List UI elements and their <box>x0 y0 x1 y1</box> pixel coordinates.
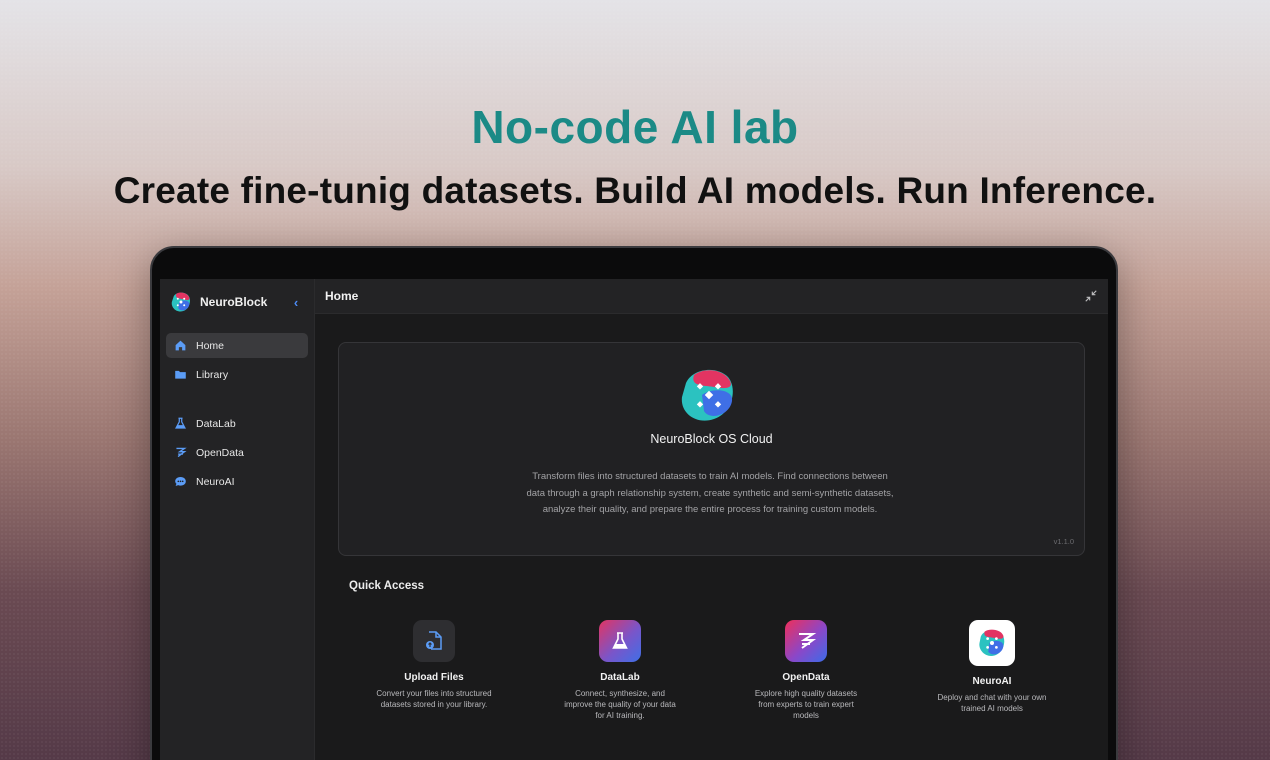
quick-access-title: Quick Access <box>349 580 425 592</box>
layers-icon <box>799 633 817 649</box>
card-title: Upload Files <box>404 672 464 683</box>
sidebar-item-label: Home <box>196 339 225 352</box>
collapse-sidebar-chevron-icon[interactable]: ‹ <box>288 295 304 310</box>
sidebar-item-label: DataLab <box>196 417 236 430</box>
neuroblock-logo-icon <box>681 369 733 421</box>
quick-access-opendata[interactable]: OpenData Explore high quality datasets f… <box>713 620 899 721</box>
flask-icon <box>175 417 186 429</box>
neuroblock-logo-icon <box>171 292 190 312</box>
card-description: Connect, synthesize, and improve the qua… <box>564 689 676 720</box>
card-title: NeuroAI <box>972 676 1012 687</box>
sidebar-item-label: OpenData <box>196 446 244 459</box>
home-content: NeuroBlock OS Cloud Transform files into… <box>315 314 1108 721</box>
app-window: NeuroBlock ‹ Home Library DataLab OpenDa… <box>160 279 1108 760</box>
laptop-frame: NeuroBlock ‹ Home Library DataLab OpenDa… <box>150 246 1118 760</box>
sidebar-item-label: NeuroAI <box>196 475 235 488</box>
version-label: v1.1.0 <box>1053 537 1074 546</box>
sidebar-item-neuroai[interactable]: NeuroAI <box>166 469 308 494</box>
chat-bubble-icon <box>175 477 186 486</box>
neuroblock-logo-icon <box>979 629 1005 656</box>
sidebar-brand: NeuroBlock ‹ <box>166 289 308 315</box>
card-title: OpenData <box>782 672 830 683</box>
opendata-tile <box>785 620 827 662</box>
sidebar-item-datalab[interactable]: DataLab <box>166 411 308 436</box>
page-title: Home <box>325 289 359 303</box>
folder-icon <box>175 370 186 379</box>
layers-icon <box>176 447 187 458</box>
card-description: Convert your files into structured datas… <box>376 689 492 709</box>
marketing-subheadline: Create fine-tunig datasets. Build AI mod… <box>113 170 1157 211</box>
home-icon <box>175 340 186 351</box>
datalab-tile <box>599 620 641 662</box>
sidebar-item-label: Library <box>196 368 229 381</box>
card-description: Deploy and chat with your own trained AI… <box>937 693 1047 713</box>
quick-access-upload-files[interactable]: Upload Files Convert your files into str… <box>341 620 527 721</box>
brand-name: NeuroBlock <box>200 295 268 309</box>
collapse-arrows-icon <box>1085 290 1097 302</box>
file-upload-icon <box>426 631 442 650</box>
marketing-headline: No-code AI lab <box>471 101 799 153</box>
card-title: DataLab <box>600 672 640 683</box>
upload-files-tile <box>413 620 455 662</box>
sidebar-item-library[interactable]: Library <box>166 362 308 387</box>
hero-description: Transform files into structured datasets… <box>526 471 894 515</box>
card-description: Explore high quality datasets from exper… <box>754 689 858 720</box>
sidebar: NeuroBlock ‹ Home Library DataLab OpenDa… <box>160 279 315 760</box>
minimize-window-button[interactable] <box>1084 289 1098 303</box>
topbar: Home <box>315 279 1108 314</box>
sidebar-item-home[interactable]: Home <box>166 333 308 358</box>
sidebar-item-opendata[interactable]: OpenData <box>166 440 308 465</box>
quick-access-grid: Upload Files Convert your files into str… <box>338 620 1085 721</box>
quick-access-datalab[interactable]: DataLab Connect, synthesize, and improve… <box>527 620 713 721</box>
hero-card: NeuroBlock OS Cloud Transform files into… <box>338 342 1085 556</box>
neuroai-tile <box>969 620 1015 666</box>
hero-title: NeuroBlock OS Cloud <box>650 432 773 446</box>
main-panel: Home NeuroBlock OS Cloud Transform files… <box>315 279 1108 760</box>
quick-access-neuroai[interactable]: NeuroAI Deploy and chat with your own tr… <box>899 620 1085 721</box>
flask-icon <box>612 632 628 649</box>
